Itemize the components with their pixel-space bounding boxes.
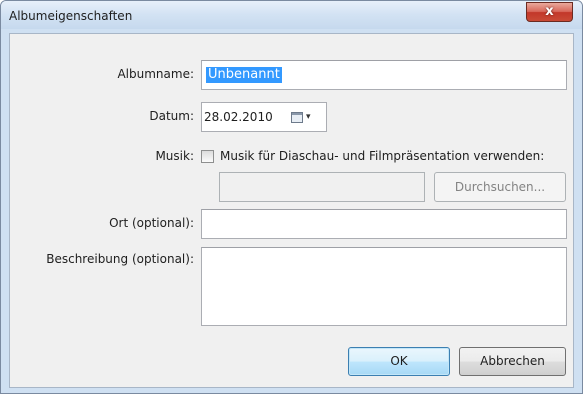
music-checkbox[interactable] <box>201 150 214 163</box>
ort-label: Ort (optional): <box>109 216 194 230</box>
musik-label: Musik: <box>155 149 194 163</box>
ok-button[interactable]: OK <box>348 347 450 376</box>
music-path-field <box>219 172 425 202</box>
date-value: 28.02.2010 <box>204 110 273 124</box>
close-icon: x <box>545 4 554 19</box>
albumname-input[interactable]: Unbenannt <box>201 60 567 90</box>
datum-label: Datum: <box>149 109 194 123</box>
albumname-label: Albumname: <box>117 67 194 81</box>
beschreibung-label: Beschreibung (optional): <box>46 252 194 266</box>
description-textarea[interactable] <box>201 247 567 326</box>
dialog-content: Albumname: Unbenannt Datum: 28.02.2010 ▾… <box>9 33 574 388</box>
date-picker[interactable]: 28.02.2010 ▾ <box>201 102 327 132</box>
title-bar[interactable]: Albumeigenschaften x <box>1 1 582 29</box>
chevron-down-icon[interactable]: ▾ <box>306 112 311 123</box>
cancel-button[interactable]: Abbrechen <box>459 347 566 376</box>
calendar-icon[interactable] <box>291 112 303 123</box>
window-title: Albumeigenschaften <box>9 9 133 23</box>
location-input[interactable] <box>201 209 567 239</box>
close-button[interactable]: x <box>526 2 573 22</box>
browse-button[interactable]: Durchsuchen... <box>434 172 566 202</box>
music-checkbox-label[interactable]: Musik für Diaschau- und Filmpräsentation… <box>220 149 544 163</box>
albumname-value: Unbenannt <box>206 67 282 83</box>
album-properties-dialog: Albumeigenschaften x Albumname: Unbenann… <box>0 0 583 394</box>
